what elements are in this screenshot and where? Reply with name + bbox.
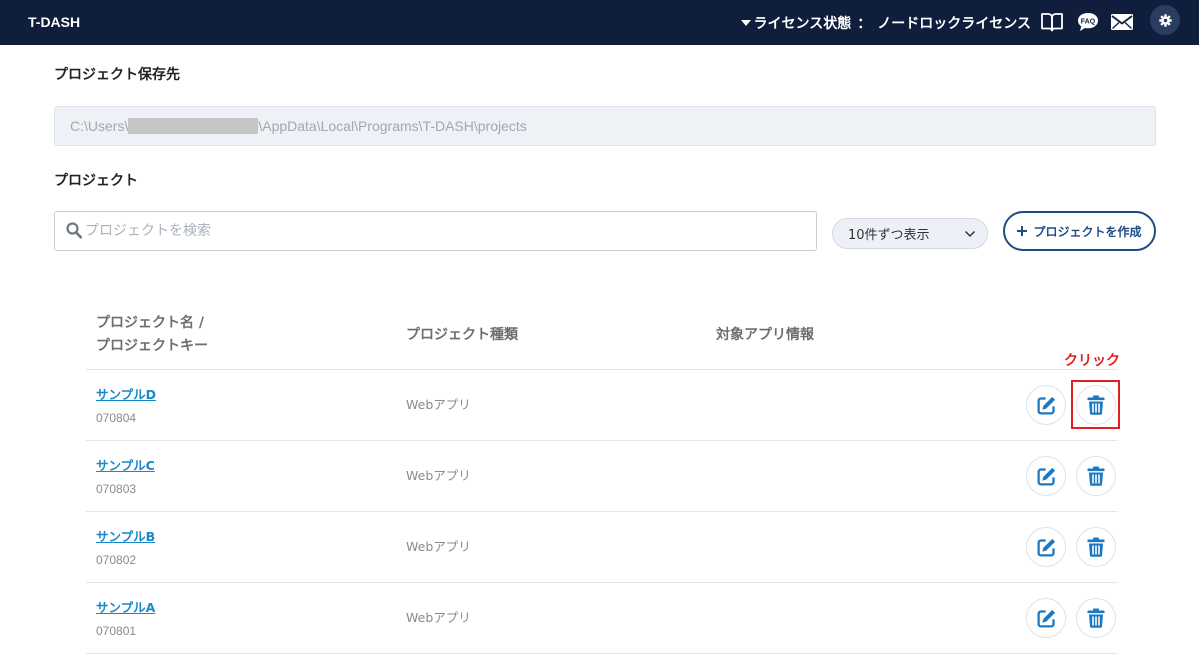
chevron-down-icon bbox=[964, 230, 976, 238]
trash-icon bbox=[1087, 537, 1105, 557]
redacted-block bbox=[128, 118, 259, 134]
project-key: 070801 bbox=[96, 624, 137, 638]
caret-down-icon bbox=[740, 20, 751, 26]
license-value: ノードロックライセンス bbox=[877, 15, 1031, 32]
gear-icon bbox=[1158, 13, 1172, 27]
faq-icon-text: FAQ bbox=[1080, 18, 1095, 25]
project-type: Webアプリ bbox=[406, 610, 471, 625]
book-icon[interactable] bbox=[1040, 11, 1063, 33]
create-project-button[interactable]: プロジェクトを作成 bbox=[1003, 211, 1156, 251]
project-name-link[interactable]: サンプルC bbox=[96, 457, 155, 475]
delete-button[interactable] bbox=[1076, 527, 1116, 567]
delete-button[interactable] bbox=[1076, 456, 1116, 496]
edit-button[interactable] bbox=[1026, 456, 1066, 496]
project-key: 070802 bbox=[96, 553, 137, 567]
search-input[interactable] bbox=[85, 217, 805, 245]
project-key: 070804 bbox=[96, 411, 137, 425]
project-name-link[interactable]: サンプルA bbox=[96, 599, 155, 617]
mail-icon[interactable] bbox=[1111, 13, 1133, 31]
table-row: サンプルB 070802 Webアプリ bbox=[86, 511, 1117, 582]
edit-icon bbox=[1036, 396, 1055, 415]
annotation-label: クリック bbox=[1064, 353, 1120, 369]
edit-icon bbox=[1036, 538, 1055, 557]
table-row: サンプルA 070801 Webアプリ bbox=[86, 582, 1117, 654]
page-size-value: 10件ずつ表示 bbox=[848, 228, 930, 243]
trash-icon bbox=[1087, 608, 1105, 628]
storage-title: プロジェクト保存先 bbox=[54, 67, 180, 83]
license-separator: ： bbox=[857, 15, 872, 32]
license-label: ライセンス状態 bbox=[753, 15, 852, 32]
annotation-highlight-box bbox=[1071, 380, 1120, 429]
header-project-key: プロジェクトキー bbox=[96, 338, 208, 354]
delete-button[interactable] bbox=[1076, 598, 1116, 638]
create-project-label: プロジェクトを作成 bbox=[1033, 224, 1142, 239]
project-key: 070803 bbox=[96, 482, 137, 496]
projects-title: プロジェクト bbox=[54, 173, 138, 189]
app-title: T-DASH bbox=[28, 14, 81, 30]
project-search[interactable] bbox=[54, 211, 817, 251]
project-type: Webアプリ bbox=[406, 468, 471, 483]
edit-icon bbox=[1036, 467, 1055, 486]
edit-button[interactable] bbox=[1026, 385, 1066, 425]
header-project-name: プロジェクト名 / bbox=[96, 315, 204, 331]
header-app-info: 対象アプリ情報 bbox=[716, 327, 814, 343]
project-type: Webアプリ bbox=[406, 397, 471, 412]
edit-icon bbox=[1036, 609, 1055, 628]
path-prefix: C:\Users\ bbox=[70, 118, 129, 134]
header-project-type: プロジェクト種類 bbox=[406, 327, 518, 343]
license-status[interactable]: ライセンス状態 ： ノードロックライセンス bbox=[740, 0, 1031, 45]
faq-icon[interactable]: FAQ bbox=[1076, 11, 1099, 33]
page-size-select[interactable]: 10件ずつ表示 bbox=[832, 218, 988, 249]
project-name-link[interactable]: サンプルB bbox=[96, 528, 155, 546]
search-icon bbox=[66, 222, 82, 239]
settings-button[interactable] bbox=[1150, 5, 1180, 35]
path-suffix: \AppData\Local\Programs\T-DASH\projects bbox=[258, 118, 527, 134]
project-name-link[interactable]: サンプルD bbox=[96, 386, 156, 404]
top-bar: T-DASH ライセンス状態 ： ノードロックライセンス FAQ bbox=[0, 0, 1199, 45]
storage-path-field: C:\Users\ \AppData\Local\Programs\T-DASH… bbox=[54, 106, 1156, 146]
plus-icon bbox=[1017, 226, 1028, 236]
table-row: サンプルC 070803 Webアプリ bbox=[86, 440, 1117, 511]
edit-button[interactable] bbox=[1026, 527, 1066, 567]
table-row: サンプルD 070804 Webアプリ bbox=[86, 369, 1117, 440]
trash-icon bbox=[1087, 466, 1105, 486]
project-type: Webアプリ bbox=[406, 539, 471, 554]
edit-button[interactable] bbox=[1026, 598, 1066, 638]
